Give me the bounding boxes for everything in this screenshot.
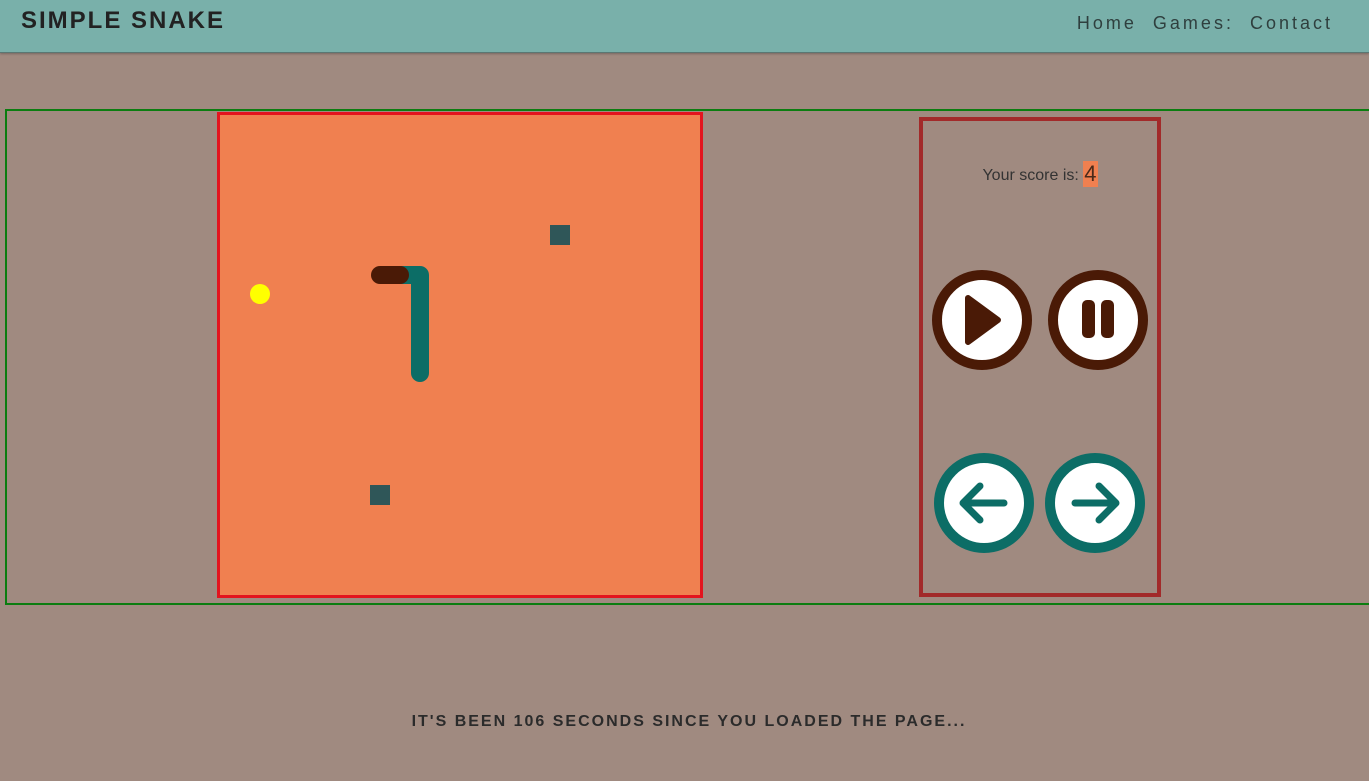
top-header: SIMPLE SNAKE Home Games: Contact [0, 0, 1369, 53]
obstacle-bottom [370, 485, 390, 505]
score-display: Your score is: 4 [923, 161, 1157, 187]
score-value: 4 [1083, 161, 1098, 187]
pause-button[interactable] [1048, 270, 1148, 370]
score-label: Your score is: [982, 167, 1079, 184]
elapsed-time-message: IT'S BEEN 106 SECONDS SINCE YOU LOADED T… [411, 713, 967, 730]
board-canvas [250, 225, 570, 505]
arrow-left-icon [934, 453, 1034, 553]
food-pellet [250, 284, 270, 304]
arrow-right-icon [1045, 453, 1145, 553]
turn-right-button[interactable] [1045, 453, 1145, 553]
pause-icon [1048, 270, 1148, 370]
play-icon [932, 270, 1032, 370]
snake-body [383, 266, 429, 382]
site-title: SIMPLE SNAKE [21, 7, 226, 34]
play-button[interactable] [932, 270, 1032, 370]
control-panel: Your score is: 4 [919, 117, 1161, 597]
obstacle-top [550, 225, 570, 245]
game-board[interactable] [217, 112, 703, 598]
turn-left-button[interactable] [934, 453, 1034, 553]
nav-games-link[interactable]: Games: [1153, 13, 1234, 34]
nav-home-link[interactable]: Home [1077, 13, 1137, 34]
nav-menu: Home Games: Contact [1077, 13, 1333, 34]
nav-contact-link[interactable]: Contact [1250, 13, 1333, 34]
